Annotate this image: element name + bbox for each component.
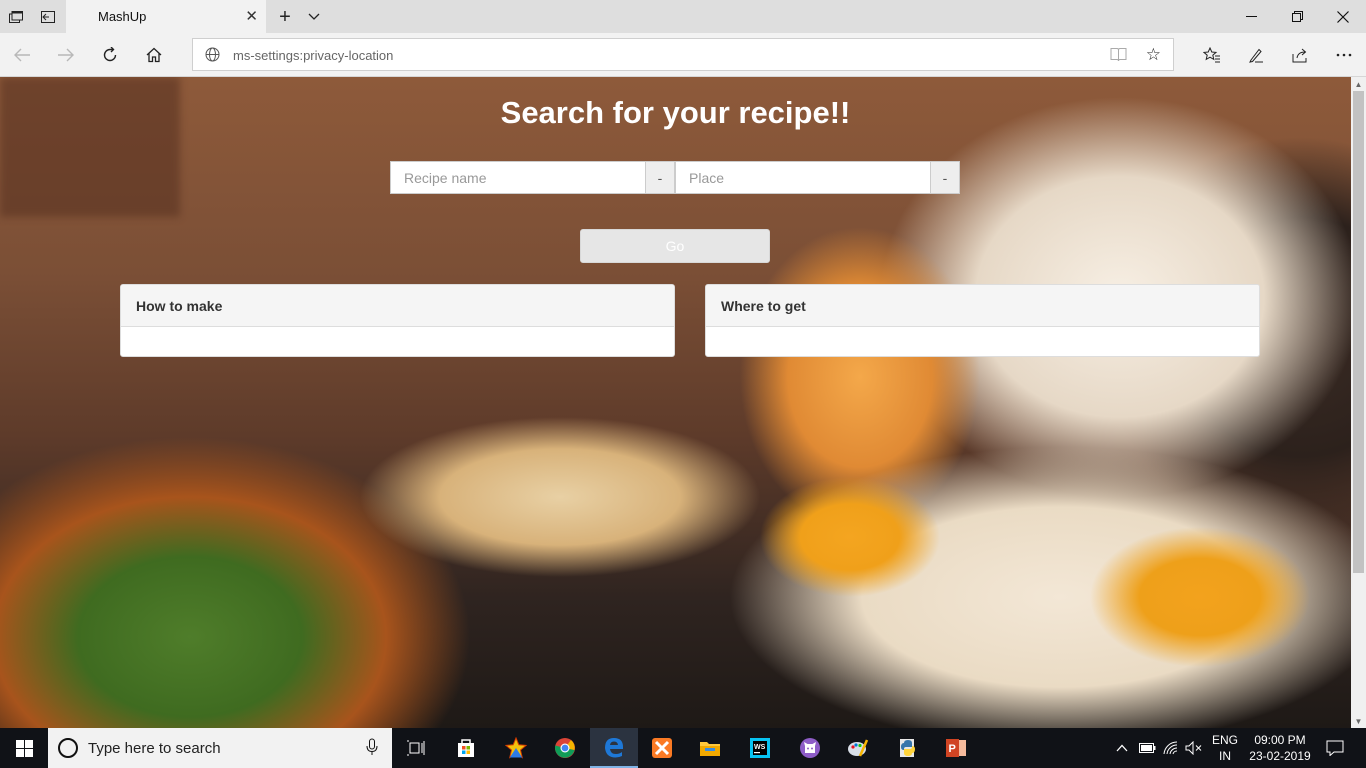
file-explorer-icon[interactable] <box>686 728 734 768</box>
language-indicator[interactable]: ENG IN <box>1206 732 1244 764</box>
how-to-make-panel: How to make <box>120 284 675 357</box>
tab-title: MashUp <box>98 9 147 24</box>
wifi-icon[interactable] <box>1162 728 1180 768</box>
address-text[interactable]: ms-settings:privacy-location <box>233 48 393 63</box>
language-top: ENG <box>1211 733 1238 747</box>
svg-text:P: P <box>949 743 956 755</box>
forward-button[interactable] <box>50 39 82 71</box>
windows-start-icon[interactable] <box>0 728 48 768</box>
where-to-get-panel: Where to get <box>705 284 1260 357</box>
microphone-icon[interactable] <box>366 738 378 761</box>
globe-icon <box>205 47 220 67</box>
paint-icon[interactable] <box>834 728 882 768</box>
powerpoint-icon[interactable]: P <box>932 728 980 768</box>
clock[interactable]: 09:00 PM 23-02-2019 <box>1242 732 1318 764</box>
browser-nav-bar: ms-settings:privacy-location ☆ <box>0 33 1366 77</box>
tabs-aside-icon[interactable] <box>32 0 64 33</box>
home-button[interactable] <box>138 39 170 71</box>
scroll-down-icon[interactable]: ▼ <box>1351 714 1366 728</box>
more-icon[interactable] <box>1328 39 1360 71</box>
tab-set-aside-icon[interactable] <box>0 0 32 33</box>
star-icon[interactable]: ☆ <box>1146 45 1161 65</box>
taskbar-search-box[interactable]: Type here to search <box>48 728 392 768</box>
webstorm-icon[interactable]: WS <box>736 728 784 768</box>
store-icon[interactable] <box>442 728 490 768</box>
clock-date: 23-02-2019 <box>1249 749 1311 763</box>
favorites-icon[interactable] <box>1196 39 1228 71</box>
notification-icon[interactable] <box>1320 728 1350 768</box>
scroll-up-icon[interactable]: ▲ <box>1351 77 1366 91</box>
panel-heading: Where to get <box>706 285 1259 327</box>
close-window-button[interactable] <box>1320 0 1366 33</box>
reading-view-icon[interactable] <box>1110 47 1127 67</box>
star-app-icon[interactable] <box>492 728 540 768</box>
python-icon[interactable] <box>884 728 932 768</box>
chevron-down-icon[interactable] <box>303 4 325 30</box>
language-bottom: IN <box>1219 749 1231 763</box>
back-button[interactable] <box>6 39 38 71</box>
recipe-name-input[interactable] <box>390 161 646 194</box>
taskbar-search-text: Type here to search <box>88 740 221 757</box>
new-tab-button[interactable]: + <box>272 4 298 30</box>
pen-icon[interactable] <box>1240 39 1272 71</box>
refresh-button[interactable] <box>94 39 126 71</box>
close-icon[interactable]: ✕ <box>245 7 258 25</box>
recipe-addon: - <box>645 161 675 194</box>
edge-icon[interactable] <box>590 728 638 768</box>
task-view-icon[interactable] <box>392 728 440 768</box>
share-icon[interactable] <box>1284 39 1316 71</box>
volume-muted-icon[interactable] <box>1184 728 1202 768</box>
address-bar[interactable]: ms-settings:privacy-location ☆ <box>192 38 1174 71</box>
minimize-button[interactable] <box>1228 0 1274 33</box>
chrome-icon[interactable] <box>541 728 589 768</box>
browser-tab-bar: MashUp ✕ + <box>0 0 1366 33</box>
search-form: - - <box>390 161 960 194</box>
svg-text:WS: WS <box>754 744 766 751</box>
go-button[interactable]: Go <box>580 229 770 263</box>
github-desktop-icon[interactable] <box>786 728 834 768</box>
battery-icon[interactable] <box>1138 728 1156 768</box>
cortana-icon <box>58 738 78 758</box>
clock-time: 09:00 PM <box>1254 733 1306 747</box>
panel-heading: How to make <box>121 285 674 327</box>
scroll-thumb[interactable] <box>1353 91 1364 573</box>
restore-button[interactable] <box>1274 0 1320 33</box>
page-content: Search for your recipe!! - - Go How to m… <box>0 77 1351 728</box>
page-title: Search for your recipe!! <box>500 95 851 130</box>
tab-mashup[interactable]: MashUp ✕ <box>66 0 266 33</box>
page-scrollbar[interactable]: ▲ ▼ <box>1351 77 1366 728</box>
place-addon: - <box>930 161 960 194</box>
taskbar: Type here to search WS P ENG IN 09:00 PM… <box>0 728 1366 768</box>
place-input[interactable] <box>675 161 931 194</box>
xampp-icon[interactable] <box>638 728 686 768</box>
chevron-up-icon[interactable] <box>1114 728 1130 768</box>
